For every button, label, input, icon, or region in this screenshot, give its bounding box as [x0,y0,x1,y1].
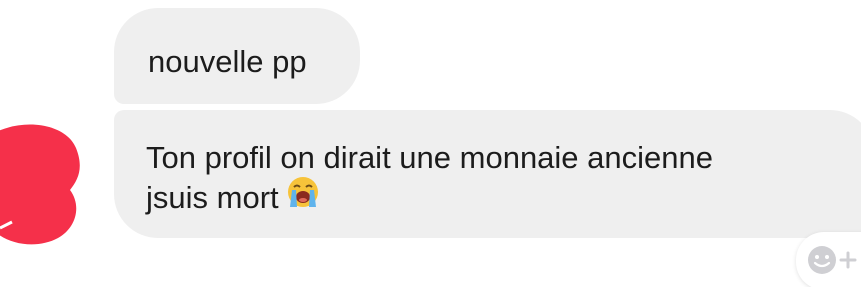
avatar[interactable] [0,118,82,250]
redacted-avatar-scribble [0,124,80,245]
message-text-line: Ton profil on dirait une monnaie ancienn… [146,140,713,175]
message-bubble[interactable]: nouvelle pp [114,8,360,104]
message-bubble[interactable]: Ton profil on dirait une monnaie ancienn… [114,110,861,238]
loudly-crying-face-icon [285,174,321,220]
message-text: nouvelle pp [148,44,307,79]
add-reaction-button[interactable] [796,232,861,287]
chat-thread: nouvelle pp Ton profil on dirait une mon… [0,0,861,287]
message-text: jsuis mort [146,180,279,215]
message-text-line: jsuis mort [146,176,861,220]
add-reaction-icon [808,246,857,274]
